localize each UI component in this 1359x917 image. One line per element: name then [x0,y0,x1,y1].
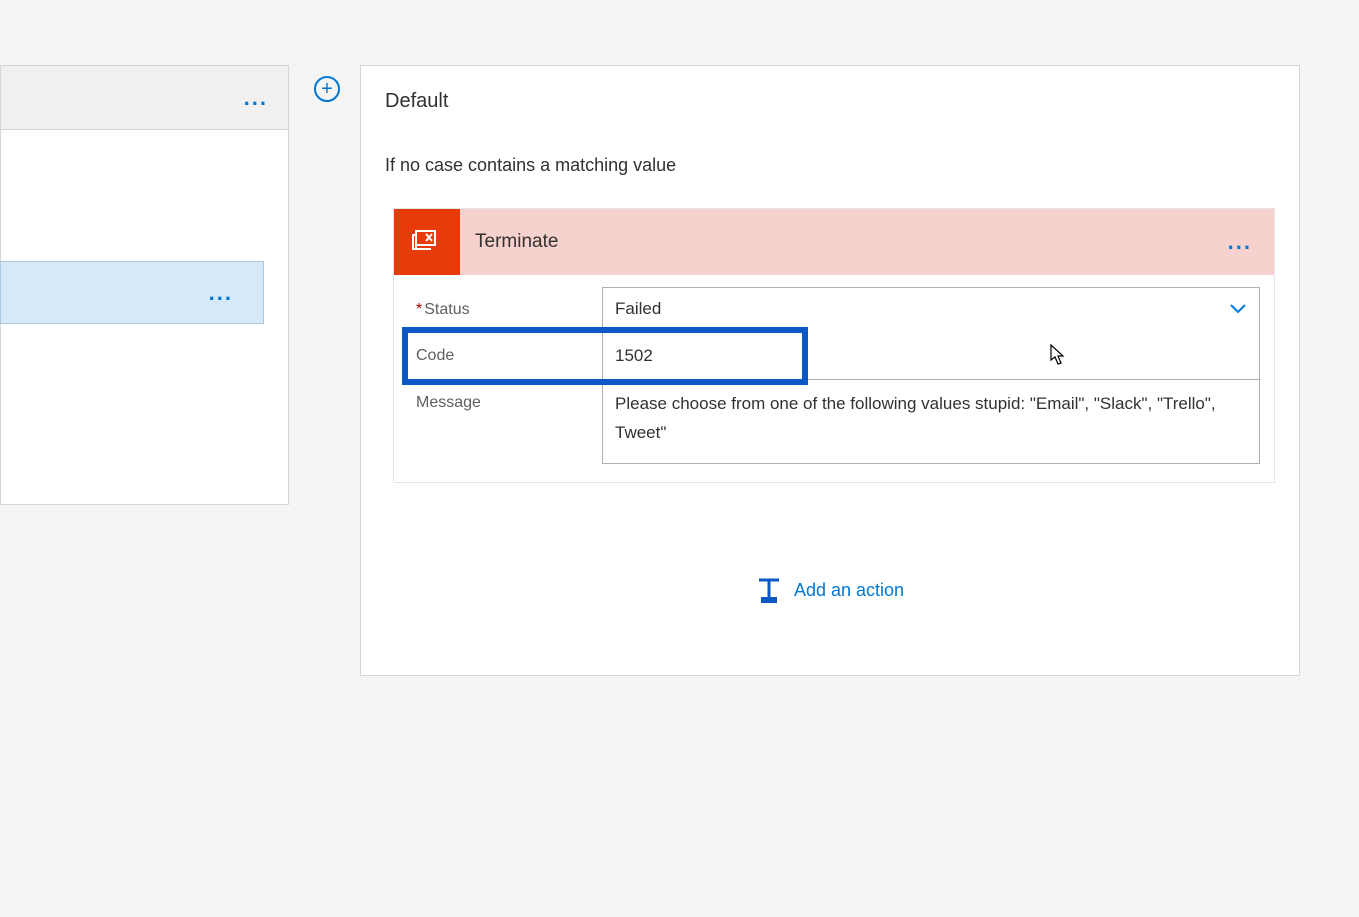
message-row: Message [408,380,1260,464]
code-input[interactable] [603,333,1259,379]
status-value: Failed [615,299,661,319]
ellipsis-icon[interactable]: ... [244,85,268,111]
code-row: Code [408,333,1260,380]
case-card-collapsed-header[interactable]: ... [0,65,289,130]
add-action-icon [756,577,782,605]
code-label: Code [408,333,602,380]
status-select-wrapper: Failed [602,287,1260,333]
add-action-label: Add an action [794,580,904,601]
terminate-body: *Status Failed Code [394,275,1274,482]
terminate-icon [394,209,460,275]
message-textarea-wrapper [602,380,1260,464]
default-case-card: Default If no case contains a matching v… [360,65,1300,676]
ellipsis-icon[interactable]: ... [1228,229,1252,255]
plus-icon: + [321,78,333,101]
status-row: *Status Failed [408,287,1260,333]
message-label: Message [408,380,602,464]
code-input-wrapper [602,333,1260,380]
add-action-button[interactable]: Add an action [381,577,1279,605]
ellipsis-icon[interactable]: ... [209,280,233,306]
terminate-header[interactable]: Terminate ... [394,209,1274,275]
terminate-title: Terminate [460,231,558,253]
message-textarea[interactable] [603,380,1259,458]
status-label: *Status [408,287,602,333]
chevron-down-icon [1229,301,1247,317]
add-case-button[interactable]: + [314,76,340,102]
default-title: Default [381,90,1279,113]
default-subtitle: If no case contains a matching value [381,155,1279,176]
status-select[interactable]: Failed [603,288,1259,330]
terminate-action-card: Terminate ... *Status Failed [393,208,1275,483]
case-action-card[interactable]: ... [0,261,264,324]
